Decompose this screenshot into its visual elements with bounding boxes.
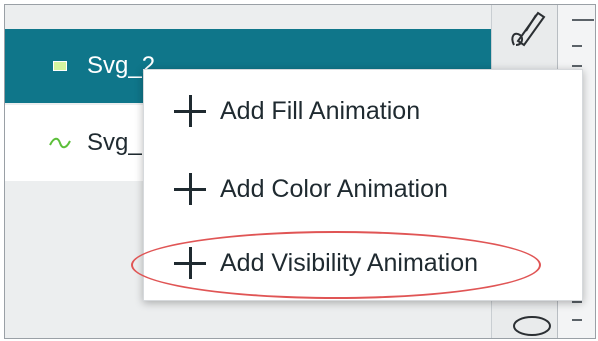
menu-item-label: Add Visibility Animation xyxy=(220,248,479,277)
add-color-animation-item[interactable]: Add Color Animation xyxy=(144,156,584,222)
wave-icon xyxy=(49,132,71,154)
menu-item-label: Add Fill Animation xyxy=(220,96,421,125)
rectangle-icon xyxy=(49,55,71,77)
app-frame: Svg_2 Svg_ Add Fill Animation Add Color … xyxy=(4,4,596,339)
add-fill-animation-item[interactable]: Add Fill Animation xyxy=(144,78,584,144)
plus-icon xyxy=(172,93,208,129)
plus-icon xyxy=(172,245,208,281)
ellipse-icon[interactable] xyxy=(510,311,554,338)
context-menu: Add Fill Animation Add Color Animation A… xyxy=(143,69,583,301)
pen-tool-icon[interactable] xyxy=(506,7,548,56)
plus-icon xyxy=(172,171,208,207)
menu-item-label: Add Color Animation xyxy=(220,174,448,203)
add-visibility-animation-item[interactable]: Add Visibility Animation xyxy=(144,230,584,296)
layer-label: Svg_ xyxy=(87,129,142,156)
